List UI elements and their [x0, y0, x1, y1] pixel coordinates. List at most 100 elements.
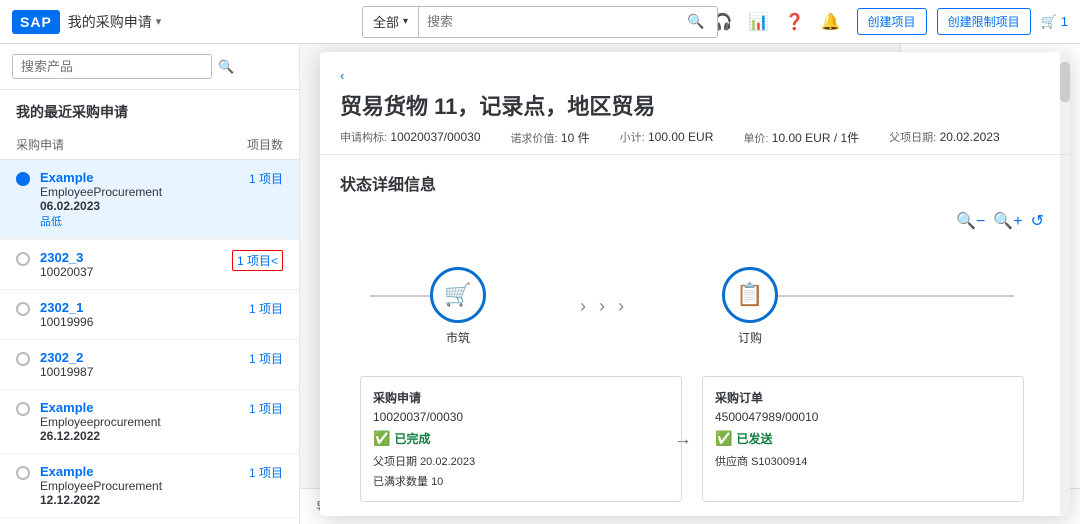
item-detail-modal: ‹ 贸易货物 11，记录点，地区贸易 申请构标: 10020037/00030 …: [320, 52, 1070, 516]
sidebar-radio-4: [16, 352, 30, 366]
cart-button[interactable]: 🛒 1: [1041, 14, 1068, 30]
po-meta-value: S10300914: [751, 456, 807, 468]
pr-card-number: 10020037/00030: [373, 410, 669, 424]
modal-meta-1: 诺求价值: 10 件: [511, 129, 590, 146]
sidebar-search-area: 🔍: [0, 44, 299, 90]
pr-status-badge: ✅ 已完成: [373, 430, 669, 447]
modal-meta-3: 单价: 10.00 EUR / 1件: [743, 129, 859, 146]
sidebar-item-date-6: 12.12.2022: [40, 493, 241, 507]
zoom-out-button[interactable]: 🔍−: [956, 211, 985, 231]
sidebar-radio-1: [16, 172, 30, 186]
modal-meta-2: 小计: 100.00 EUR: [620, 129, 714, 146]
sidebar-item-count-4: 1 项目: [249, 350, 283, 367]
modal-meta-0: 申请构标: 10020037/00030: [340, 129, 481, 146]
sidebar-item-4[interactable]: 2302_2 10019987 1 项目: [0, 340, 299, 390]
create-limit-button[interactable]: 创建限制项目: [937, 8, 1031, 35]
po-status-text: 已发送: [736, 430, 772, 447]
flow-line-left: [370, 295, 430, 297]
flow-circle-order: 📋: [722, 267, 778, 323]
po-card-number: 4500047989/00010: [715, 410, 1011, 424]
pr-meta-2: 已满求数量 10: [373, 473, 669, 489]
sidebar-item-name-3: 2302_1: [40, 300, 241, 315]
sidebar-item-content-6: Example EmployeeProcurement 12.12.2022: [40, 464, 241, 507]
flow-dots: › › ›: [486, 296, 722, 317]
modal-meta-label-2: 小计:: [620, 132, 645, 144]
sidebar-item-sub-1: EmployeeProcurement: [40, 185, 241, 199]
sidebar-item-content-5: Example Employeeprocurement 26.12.2022: [40, 400, 241, 443]
sidebar-item-3[interactable]: 2302_1 10019996 1 项目: [0, 290, 299, 340]
zoom-controls: 🔍− 🔍+ ↺: [340, 211, 1044, 231]
sidebar-radio-5: [16, 402, 30, 416]
status-card-po: 采购订单 4500047989/00010 ✅ 已发送 供应商 S1030091…: [702, 376, 1024, 502]
sidebar-item-2[interactable]: 2302_3 10020037 1 项目<: [0, 240, 299, 290]
sidebar-item-date-5: 26.12.2022: [40, 429, 241, 443]
zoom-reset-button[interactable]: ↺: [1031, 211, 1044, 231]
status-section-title: 状态详细信息: [340, 171, 1044, 195]
modal-meta-value-4: 20.02.2023: [940, 130, 1000, 144]
order-flow-icon: 📋: [736, 282, 763, 308]
po-meta-label: 供应商: [715, 456, 748, 468]
sidebar-radio-2: [16, 252, 30, 266]
modal-meta-4: 父项日期: 20.02.2023: [889, 129, 999, 146]
sidebar-item-sub-6: EmployeeProcurement: [40, 479, 241, 493]
po-meta-1: 供应商 S10300914: [715, 453, 1011, 469]
create-item-button[interactable]: 创建项目: [857, 8, 927, 35]
search-scope-label: 全部: [373, 12, 399, 31]
pr-meta-label-1: 父项日期: [373, 456, 417, 468]
sidebar-col2-header: 项目数: [247, 136, 283, 153]
search-input[interactable]: [427, 14, 687, 29]
sap-logo: SAP: [12, 10, 60, 34]
cart-flow-icon: 🛒: [444, 282, 471, 308]
search-scope-selector[interactable]: 全部 ▾: [362, 6, 418, 38]
sidebar-item-sub-5: Employeeprocurement: [40, 415, 241, 429]
sidebar-radio-6: [16, 466, 30, 480]
sidebar-item-count-6: 1 项目: [249, 464, 283, 481]
modal-meta: 申请构标: 10020037/00030 诺求价值: 10 件 小计: 100.…: [340, 129, 1050, 146]
sidebar-col1-header: 采购申请: [16, 136, 64, 153]
status-card-pr: 采购申请 10020037/00030 ✅ 已完成 父项日期 20.02.202…: [360, 376, 682, 502]
flow-line-right: [778, 295, 1014, 297]
help-icon[interactable]: ❓: [785, 12, 805, 32]
pr-card-title: 采购申请: [373, 389, 669, 406]
sidebar-item-count-5: 1 项目: [249, 400, 283, 417]
status-cards: 采购申请 10020037/00030 ✅ 已完成 父项日期 20.02.202…: [340, 376, 1044, 502]
modal-meta-value-3: 10.00 EUR / 1件: [772, 131, 859, 145]
search-input-wrap: 🔍: [418, 6, 718, 38]
modal-meta-label-1: 诺求价值:: [511, 133, 558, 145]
flow-diagram: 🛒 市筑 › › › 📋 订购: [340, 247, 1044, 366]
modal-meta-label-4: 父项日期:: [889, 132, 936, 144]
header-chevron-icon[interactable]: ▾: [156, 15, 162, 28]
modal-meta-value-1: 10 件: [561, 131, 590, 145]
flow-label-cart: 市筑: [446, 329, 470, 346]
flow-node-cart: 🛒 市筑: [430, 267, 486, 346]
header-actions: 创建项目 创建限制项目 🛒 1: [857, 8, 1068, 35]
sidebar-item-6[interactable]: Example EmployeeProcurement 12.12.2022 1…: [0, 454, 299, 518]
sidebar-item-name-4: 2302_2: [40, 350, 241, 365]
sidebar-item-content-2: 2302_3 10020037: [40, 250, 224, 279]
sidebar-item-date-1: 06.02.2023: [40, 199, 241, 213]
flow-node-order: 📋 订购: [722, 267, 778, 346]
modal-title: 贸易货物 11，记录点，地区贸易: [340, 89, 1050, 121]
sidebar-item-1[interactable]: Example EmployeeProcurement 06.02.2023 品…: [0, 160, 299, 240]
product-search-input[interactable]: [12, 54, 212, 79]
pr-meta-value-2: 10: [431, 476, 443, 488]
cart-count: 1: [1061, 14, 1068, 29]
zoom-in-button[interactable]: 🔍+: [993, 211, 1022, 231]
sidebar-item-content-1: Example EmployeeProcurement 06.02.2023 品…: [40, 170, 241, 229]
sidebar-item-content-3: 2302_1 10019996: [40, 300, 241, 329]
modal-back-button[interactable]: ‹: [340, 68, 1050, 83]
sidebar-item-name-2: 2302_3: [40, 250, 224, 265]
sidebar-radio-3: [16, 302, 30, 316]
sidebar-table-header: 采购申请 项目数: [0, 130, 299, 160]
modal-header: ‹ 贸易货物 11，记录点，地区贸易 申请构标: 10020037/00030 …: [320, 52, 1070, 155]
pr-meta-label-2: 已满求数量: [373, 476, 428, 488]
sidebar-item-name-1: Example: [40, 170, 241, 185]
modal-meta-label-0: 申请构标:: [340, 132, 387, 144]
sidebar-item-content-4: 2302_2 10019987: [40, 350, 241, 379]
sidebar-item-name-5: Example: [40, 400, 241, 415]
sidebar-item-link-1[interactable]: 品低: [40, 213, 241, 229]
sidebar-item-5[interactable]: Example Employeeprocurement 26.12.2022 1…: [0, 390, 299, 454]
search-scope-chevron-icon: ▾: [403, 16, 408, 27]
notification-icon[interactable]: 🔔: [821, 12, 841, 32]
chart-icon[interactable]: 📊: [749, 12, 769, 32]
